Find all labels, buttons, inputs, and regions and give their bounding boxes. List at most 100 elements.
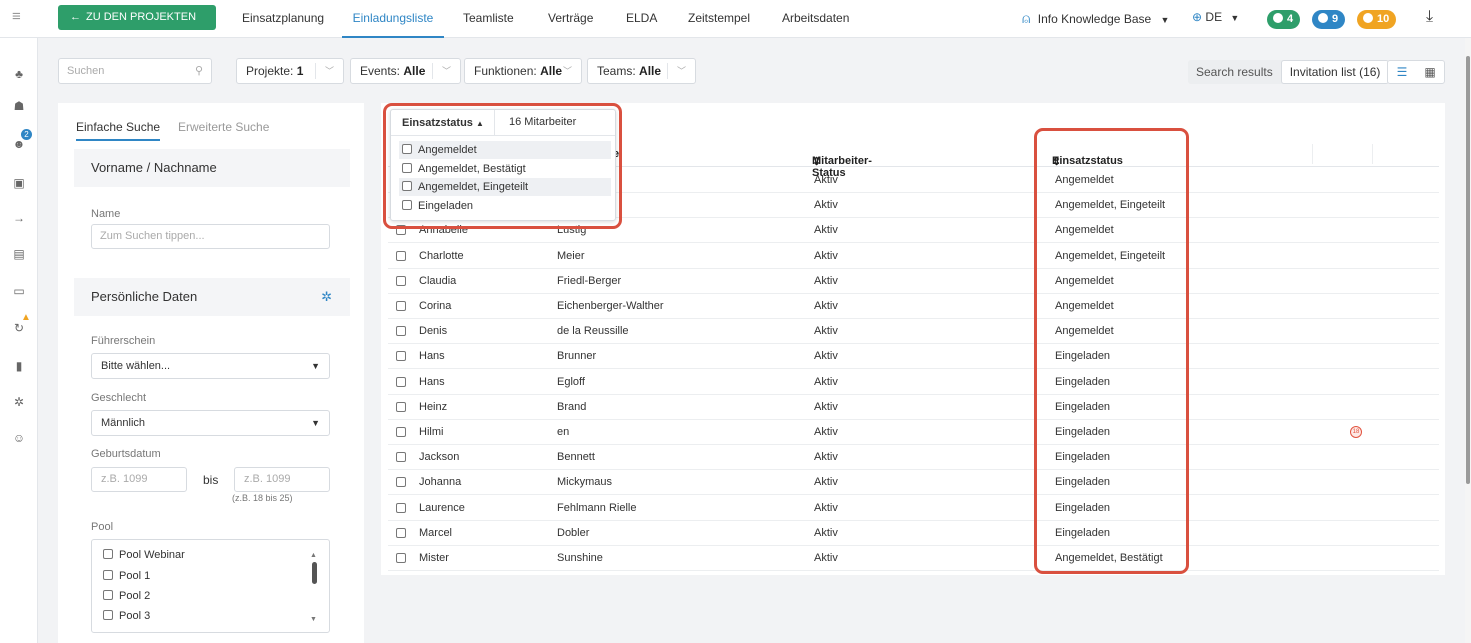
table-row[interactable]: Laurence Fehlmann Rielle Aktiv Eingeladen xyxy=(388,496,1439,521)
tab-teamliste[interactable]: Teamliste xyxy=(463,0,514,38)
tab-vertraege[interactable]: Verträge xyxy=(548,0,593,38)
table-row[interactable]: Annabelle Lustig Aktiv Angemeldet xyxy=(388,218,1439,244)
table-row[interactable]: Mister Sunshine Aktiv Angemeldet, Bestätigt xyxy=(388,546,1439,571)
name-input[interactable]: Zum Suchen tippen... xyxy=(91,224,330,249)
checkbox[interactable] xyxy=(103,610,113,620)
events-filter[interactable]: Events: Alle ﹀ xyxy=(350,58,461,84)
pool-checkbox-item[interactable]: Pool Webinar xyxy=(103,549,185,561)
notification-count-badge[interactable]: 18 xyxy=(1350,426,1362,438)
row-checkbox[interactable] xyxy=(396,250,406,261)
scroll-up-icon[interactable]: ▲ xyxy=(310,552,317,559)
projekte-filter[interactable]: Projekte: 1 ﹀ xyxy=(236,58,344,84)
table-row[interactable]: Claudia Friedl-Berger Aktiv Angemeldet xyxy=(388,269,1439,294)
download-icon[interactable]: ⤓ xyxy=(1426,8,1433,26)
checkbox[interactable] xyxy=(402,163,412,173)
birthdate-to-input[interactable]: z.B. 1099 xyxy=(234,467,330,492)
tab-simple-search[interactable]: Einfache Suche xyxy=(76,120,161,141)
row-checkbox[interactable] xyxy=(396,427,406,437)
table-row[interactable]: Jackson Bennett Aktiv Eingeladen xyxy=(388,445,1439,471)
checkbox[interactable] xyxy=(103,590,113,600)
checkbox[interactable] xyxy=(402,181,412,191)
chat-badge[interactable]: 4 xyxy=(1267,10,1301,29)
table-row[interactable]: Hilmi en Aktiv Eingeladen 18 xyxy=(388,420,1439,445)
einsatzstatus-sort-toggle[interactable]: Einsatzstatus ▲ xyxy=(402,117,484,129)
license-select[interactable]: Bitte wählen... ▼ xyxy=(91,353,330,379)
checkbox[interactable] xyxy=(402,200,412,210)
einsatzstatus-cell: Angemeldet, Eingeteilt xyxy=(1055,249,1166,262)
checkbox[interactable] xyxy=(103,570,113,580)
table-row[interactable]: Hans Brunner Aktiv Eingeladen xyxy=(388,344,1439,370)
last-name-cell: Dobler xyxy=(557,526,590,539)
row-checkbox[interactable] xyxy=(396,452,406,463)
popover-option-angemeldet-eingeteilt[interactable]: Angemeldet, Eingeteilt xyxy=(399,178,611,196)
language-selector[interactable]: ⊕ DE ▼ xyxy=(1192,10,1239,24)
checkbox[interactable] xyxy=(402,144,412,154)
table-row[interactable]: Johanna Mickymaus Aktiv Eingeladen xyxy=(388,470,1439,496)
popover-option-angemeldet-bestaetigt[interactable]: Angemeldet, Bestätigt xyxy=(399,160,611,178)
row-checkbox[interactable] xyxy=(396,527,406,538)
team-icon[interactable]: ☗ xyxy=(11,98,27,114)
row-checkbox[interactable] xyxy=(396,401,406,412)
money-icon[interactable]: ▭ xyxy=(11,283,27,299)
search-input[interactable]: Suchen ⚲ xyxy=(58,58,212,84)
pool-scrollbar[interactable]: ▲ ▼ xyxy=(310,552,317,626)
table-row[interactable]: Corina Eichenberger-Walther Aktiv Angemelde… xyxy=(388,294,1439,319)
popover-option-eingeladen[interactable]: Eingeladen xyxy=(399,197,611,215)
list-view-icon[interactable]: ☰ xyxy=(1388,61,1416,83)
scroll-thumb[interactable] xyxy=(312,562,317,584)
sign-in-icon[interactable]: → xyxy=(11,210,27,226)
checkbox[interactable] xyxy=(103,549,113,559)
document-icon[interactable]: ▮ xyxy=(11,358,27,374)
row-checkbox[interactable] xyxy=(396,477,406,488)
gender-select[interactable]: Männlich ▼ xyxy=(91,410,330,436)
einsatzstatus-cell: Angemeldet, Bestätigt xyxy=(1055,552,1163,564)
last-name-cell: Brand xyxy=(557,400,587,413)
back-to-projects-button[interactable]: ← ZU DEN PROJEKTEN xyxy=(58,5,216,30)
row-checkbox[interactable] xyxy=(396,502,406,513)
pool-checkbox-item[interactable]: Pool 1 xyxy=(103,570,150,582)
row-checkbox[interactable] xyxy=(396,351,406,362)
grid-view-icon[interactable]: ▦ xyxy=(1416,61,1444,83)
row-checkbox[interactable] xyxy=(396,326,406,337)
first-name-cell: Hans xyxy=(419,375,445,388)
gear-icon[interactable]: ✲ xyxy=(321,278,332,316)
tab-elda[interactable]: ELDA xyxy=(626,0,657,38)
tab-einladungsliste[interactable]: Einladungsliste xyxy=(342,0,444,38)
table-row[interactable]: Charlotte Meier Aktiv Angemeldet, Eingeteil… xyxy=(388,244,1439,269)
row-checkbox[interactable] xyxy=(396,225,406,236)
pool-checkbox-item[interactable]: Pool 3 xyxy=(103,610,150,622)
knowledge-base-menu[interactable]: ⍝ Info Knowledge Base ▼ xyxy=(1022,10,1169,27)
popover-option-angemeldet[interactable]: Angemeldet xyxy=(399,141,611,159)
table-row[interactable]: Denis de la Reussille Aktiv Angemeldet xyxy=(388,319,1439,345)
settings-icon[interactable]: ✲ xyxy=(11,394,27,410)
calendar-icon[interactable]: ▣ xyxy=(11,175,27,191)
teams-filter[interactable]: Teams: Alle ﹀ xyxy=(587,58,696,84)
menu-icon[interactable]: ≡ xyxy=(12,9,26,24)
alert-badge[interactable]: 10 xyxy=(1357,10,1397,29)
user-settings-icon[interactable]: ☺ xyxy=(11,430,27,446)
row-checkbox[interactable] xyxy=(396,376,406,387)
table-row[interactable]: Marcel Dobler Aktiv Eingeladen xyxy=(388,521,1439,546)
row-checkbox[interactable] xyxy=(396,275,406,286)
scroll-thumb[interactable] xyxy=(1466,56,1470,484)
scroll-down-icon[interactable]: ▼ xyxy=(310,616,317,623)
search-results-toggle[interactable]: Search results xyxy=(1188,60,1281,84)
pool-checkbox-item[interactable]: Pool 2 xyxy=(103,590,150,602)
funktionen-filter[interactable]: Funktionen: Alle ﹀ xyxy=(464,58,582,84)
birthdate-from-input[interactable]: z.B. 1099 xyxy=(91,467,187,492)
invitation-list-toggle[interactable]: Invitation list (16) xyxy=(1280,60,1390,84)
notification-badge[interactable]: 9 xyxy=(1312,10,1346,29)
row-checkbox[interactable] xyxy=(396,301,406,311)
tab-einsatzplanung[interactable]: Einsatzplanung xyxy=(242,0,324,38)
tab-advanced-search[interactable]: Erweiterte Suche xyxy=(178,120,269,141)
table-row[interactable]: Hans Egloff Aktiv Eingeladen xyxy=(388,370,1439,395)
table-row[interactable]: Heinz Brand Aktiv Eingeladen xyxy=(388,395,1439,420)
org-chart-icon[interactable]: ♣ xyxy=(11,66,27,82)
page-scrollbar[interactable] xyxy=(1465,38,1471,643)
tab-arbeitsdaten[interactable]: Arbeitsdaten xyxy=(782,0,849,38)
row-checkbox[interactable] xyxy=(396,553,406,563)
name-section-header: Vorname / Nachname xyxy=(74,149,350,187)
building-icon[interactable]: ▤ xyxy=(11,246,27,262)
tab-zeitstempel[interactable]: Zeitstempel xyxy=(688,0,750,38)
last-name-cell: Friedl-Berger xyxy=(557,274,622,287)
